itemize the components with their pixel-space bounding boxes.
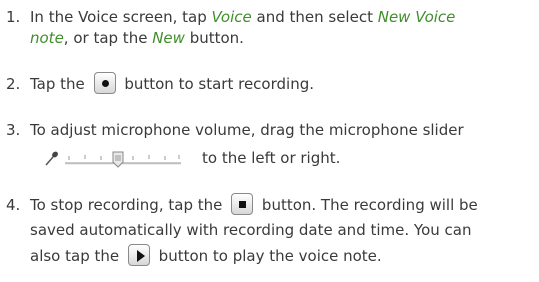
step-2-line: Tap the button to start recording. <box>30 72 314 94</box>
play-icon <box>127 244 150 266</box>
step-1-text: In the Voice screen, tap <box>30 8 212 26</box>
stop-icon <box>231 193 254 215</box>
step-4-text-2: button. The recording will be <box>261 196 478 214</box>
step-1-text-2: and then select <box>251 8 378 26</box>
record-icon <box>93 72 116 94</box>
step-4-text-4: button to play the voice note. <box>158 247 382 265</box>
step-1-line-1: In the Voice screen, tap Voice and then … <box>30 7 455 27</box>
step-4-line-2: saved automatically with recording date … <box>30 221 472 239</box>
new-term: New <box>152 29 185 47</box>
step-4-text-3: also tap the <box>30 247 120 265</box>
step-4-line-3: also tap the button to play the voice no… <box>30 244 382 266</box>
step-4-text: To stop recording, tap the <box>30 196 223 214</box>
microphone-icon <box>45 151 58 166</box>
new-voice-term: New Voice <box>377 8 456 26</box>
step-4-number: 4. <box>6 196 21 214</box>
step-3-number: 3. <box>6 121 21 139</box>
step-1-text-4: button. <box>184 29 244 47</box>
step-1-text-3: , or tap the <box>63 29 153 47</box>
note-term: note <box>30 29 64 47</box>
microphone-slider-icon <box>45 151 181 168</box>
step-3-line-1: To adjust microphone volume, drag the mi… <box>30 121 464 139</box>
step-3-line-2: to the left or right. <box>202 149 341 167</box>
step-2-text: Tap the <box>30 75 85 93</box>
step-1-line-2: note, or tap the New button. <box>30 28 244 48</box>
step-4-line-1: To stop recording, tap the button. The r… <box>30 193 478 215</box>
step-2-text-2: button to start recording. <box>124 75 314 93</box>
step-2-number: 2. <box>6 75 21 93</box>
step-1-number: 1. <box>6 8 21 26</box>
slider-thumb <box>112 151 124 168</box>
voice-term: Voice <box>211 8 252 26</box>
